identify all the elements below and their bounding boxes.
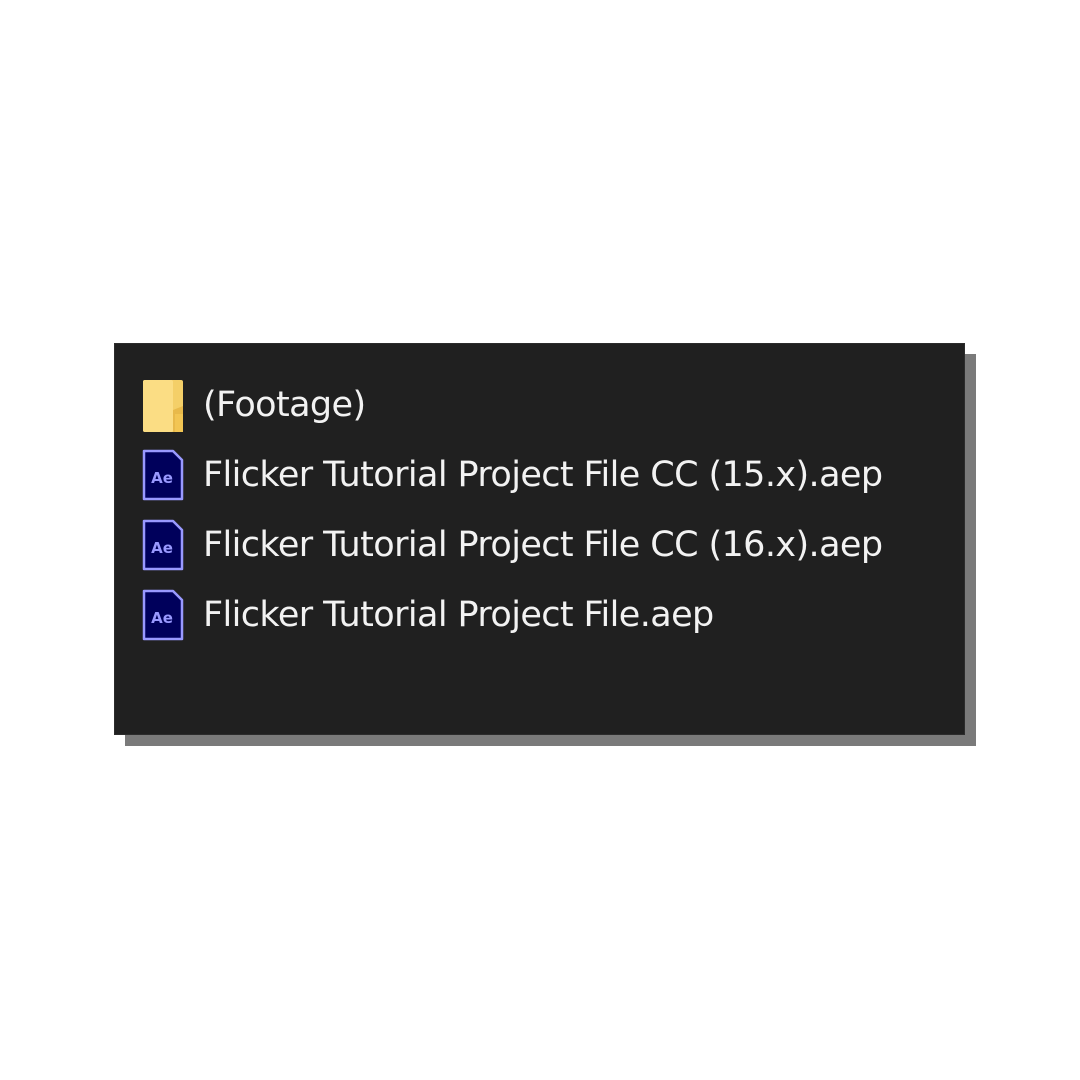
file-item-aep-cc15[interactable]: Ae Flicker Tutorial Project File CC (15.… xyxy=(141,440,883,510)
svg-text:Ae: Ae xyxy=(151,469,173,487)
file-item-aep-cc16[interactable]: Ae Flicker Tutorial Project File CC (16.… xyxy=(141,510,883,580)
file-explorer-panel: (Footage) Ae Flicker Tutorial Project Fi… xyxy=(114,343,965,735)
after-effects-file-icon: Ae xyxy=(141,448,185,502)
folder-icon xyxy=(141,378,185,432)
file-item-footage-folder[interactable]: (Footage) xyxy=(141,370,882,440)
svg-text:Ae: Ae xyxy=(151,609,173,627)
file-item-label: (Footage) xyxy=(203,384,366,425)
file-item-label: Flicker Tutorial Project File CC (16.x).… xyxy=(203,524,883,565)
file-item-label: Flicker Tutorial Project File CC (15.x).… xyxy=(203,454,883,495)
file-list: (Footage) Ae Flicker Tutorial Project Fi… xyxy=(141,370,883,650)
file-item-label: Flicker Tutorial Project File.aep xyxy=(203,594,714,635)
file-item-aep[interactable]: Ae Flicker Tutorial Project File.aep xyxy=(141,580,882,650)
after-effects-file-icon: Ae xyxy=(141,518,185,572)
after-effects-file-icon: Ae xyxy=(141,588,185,642)
svg-text:Ae: Ae xyxy=(151,539,173,557)
